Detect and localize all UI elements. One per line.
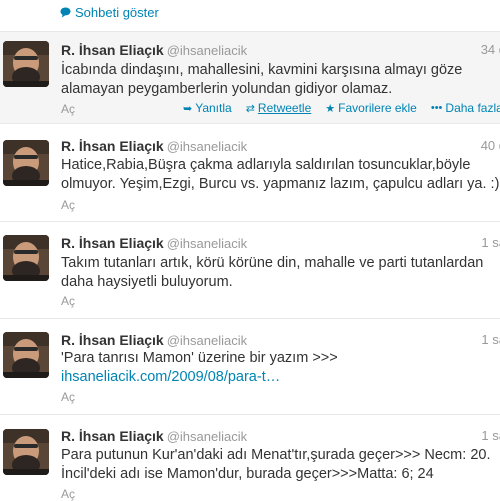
- tweet-text-line: 'Para tanrısı Mamon' üzerine bir yazım >…: [61, 350, 338, 366]
- tweet-text-line: olmuyor. Yeşim,Ezgi, Burcu vs. yapmanız …: [61, 176, 500, 192]
- more-button[interactable]: ••• Daha fazla: [431, 101, 500, 115]
- tweet-item[interactable]: R. İhsan Eliaçık@ihsaneliacik 34 d İcabı…: [0, 31, 500, 123]
- expand-link[interactable]: Aç: [61, 487, 75, 501]
- more-label: Daha fazla: [445, 101, 500, 115]
- reply-label: Yanıtla: [195, 101, 232, 115]
- avatar[interactable]: [3, 140, 49, 186]
- tweet-text: Takım tutanları artık, körü körüne din, …: [61, 254, 500, 292]
- author-handle[interactable]: @ihsaneliacik: [167, 236, 247, 251]
- author-name[interactable]: R. İhsan Eliaçık: [61, 138, 164, 154]
- expand-link[interactable]: Aç: [61, 294, 75, 308]
- expand-link[interactable]: Aç: [61, 198, 75, 212]
- tweet-text-line: İcabında dindaşını, mahallesini, kavmini…: [61, 62, 463, 78]
- author-handle[interactable]: @ihsaneliacik: [167, 139, 247, 154]
- tweet-timestamp[interactable]: 40 d: [481, 138, 500, 153]
- tweet-link[interactable]: ihsaneliacik.com/2009/08/para-t…: [61, 368, 500, 387]
- retweet-label: Retweetle: [257, 101, 312, 115]
- author-name[interactable]: R. İhsan Eliaçık: [61, 42, 164, 58]
- tweet-text: Para putunun Kur'an'daki adı Menat'tır,ş…: [61, 446, 500, 484]
- author-name[interactable]: R. İhsan Eliaçık: [61, 332, 164, 348]
- author-handle[interactable]: @ihsaneliacik: [167, 429, 247, 444]
- tweet-item[interactable]: R. İhsan Eliaçık@ihsaneliacik 40 d Hatic…: [0, 123, 500, 222]
- expand-link[interactable]: Aç: [61, 102, 75, 116]
- reply-button[interactable]: ➥ Yanıtla: [183, 101, 232, 115]
- tweet-text: 'Para tanrısı Mamon' üzerine bir yazım >…: [61, 349, 500, 387]
- show-conversation-label: Sohbeti göster: [75, 4, 159, 20]
- tweet-item[interactable]: R. İhsan Eliaçık@ihsaneliacik 1 sa Takım…: [0, 221, 500, 319]
- avatar[interactable]: [3, 429, 49, 475]
- more-icon: •••: [430, 102, 443, 114]
- tweet-text-line: İncil'deki adı ise Mamon'dur, burada geç…: [61, 466, 434, 482]
- show-conversation-link[interactable]: Sohbeti göster: [60, 3, 159, 21]
- tweet-text-line: alamayan peygamberlerin yolundan gidiyor…: [61, 81, 393, 97]
- tweet-actions: ➥ Yanıtla ⇄ Retweetle ★ Favorilere ekle …: [183, 101, 500, 115]
- tweet-item[interactable]: R. İhsan Eliaçık@ihsaneliacik 1 sa Para …: [0, 414, 500, 501]
- avatar[interactable]: [3, 332, 49, 378]
- author-name[interactable]: R. İhsan Eliaçık: [61, 235, 164, 251]
- star-icon: ★: [325, 102, 336, 115]
- avatar[interactable]: [3, 41, 49, 87]
- expand-link[interactable]: Aç: [61, 390, 75, 404]
- retweet-icon: ⇄: [245, 102, 255, 115]
- tweet-text-line: daha haysiyetli buluyorum.: [61, 274, 233, 290]
- tweet-text: Hatice,Rabia,Büşra çakma adlarıyla saldı…: [61, 156, 500, 194]
- author-handle[interactable]: @ihsaneliacik: [167, 333, 247, 348]
- favorite-button[interactable]: ★ Favorilere ekle: [325, 101, 417, 115]
- favorite-label: Favorilere ekle: [338, 101, 417, 115]
- speech-bubble-icon: [60, 7, 71, 17]
- tweet-timestamp[interactable]: 1 sa: [481, 428, 500, 443]
- tweet-text-line: Para putunun Kur'an'daki adı Menat'tır,ş…: [61, 447, 491, 463]
- tweet-text-line: Hatice,Rabia,Büşra çakma adlarıyla saldı…: [61, 157, 471, 173]
- author-handle[interactable]: @ihsaneliacik: [167, 43, 247, 58]
- tweet-timestamp[interactable]: 34 d: [481, 42, 500, 57]
- tweet-text: İcabında dindaşını, mahallesini, kavmini…: [61, 61, 500, 99]
- avatar[interactable]: [3, 235, 49, 281]
- tweet-timestamp[interactable]: 1 sa: [481, 332, 500, 347]
- retweet-button[interactable]: ⇄ Retweetle: [246, 101, 312, 115]
- reply-icon: ➥: [183, 102, 193, 115]
- tweet-timestamp[interactable]: 1 sa: [481, 235, 500, 250]
- author-name[interactable]: R. İhsan Eliaçık: [61, 428, 164, 444]
- tweet-item[interactable]: R. İhsan Eliaçık@ihsaneliacik 1 sa 'Para…: [0, 318, 500, 415]
- tweet-text-line: Takım tutanları artık, körü körüne din, …: [61, 255, 484, 271]
